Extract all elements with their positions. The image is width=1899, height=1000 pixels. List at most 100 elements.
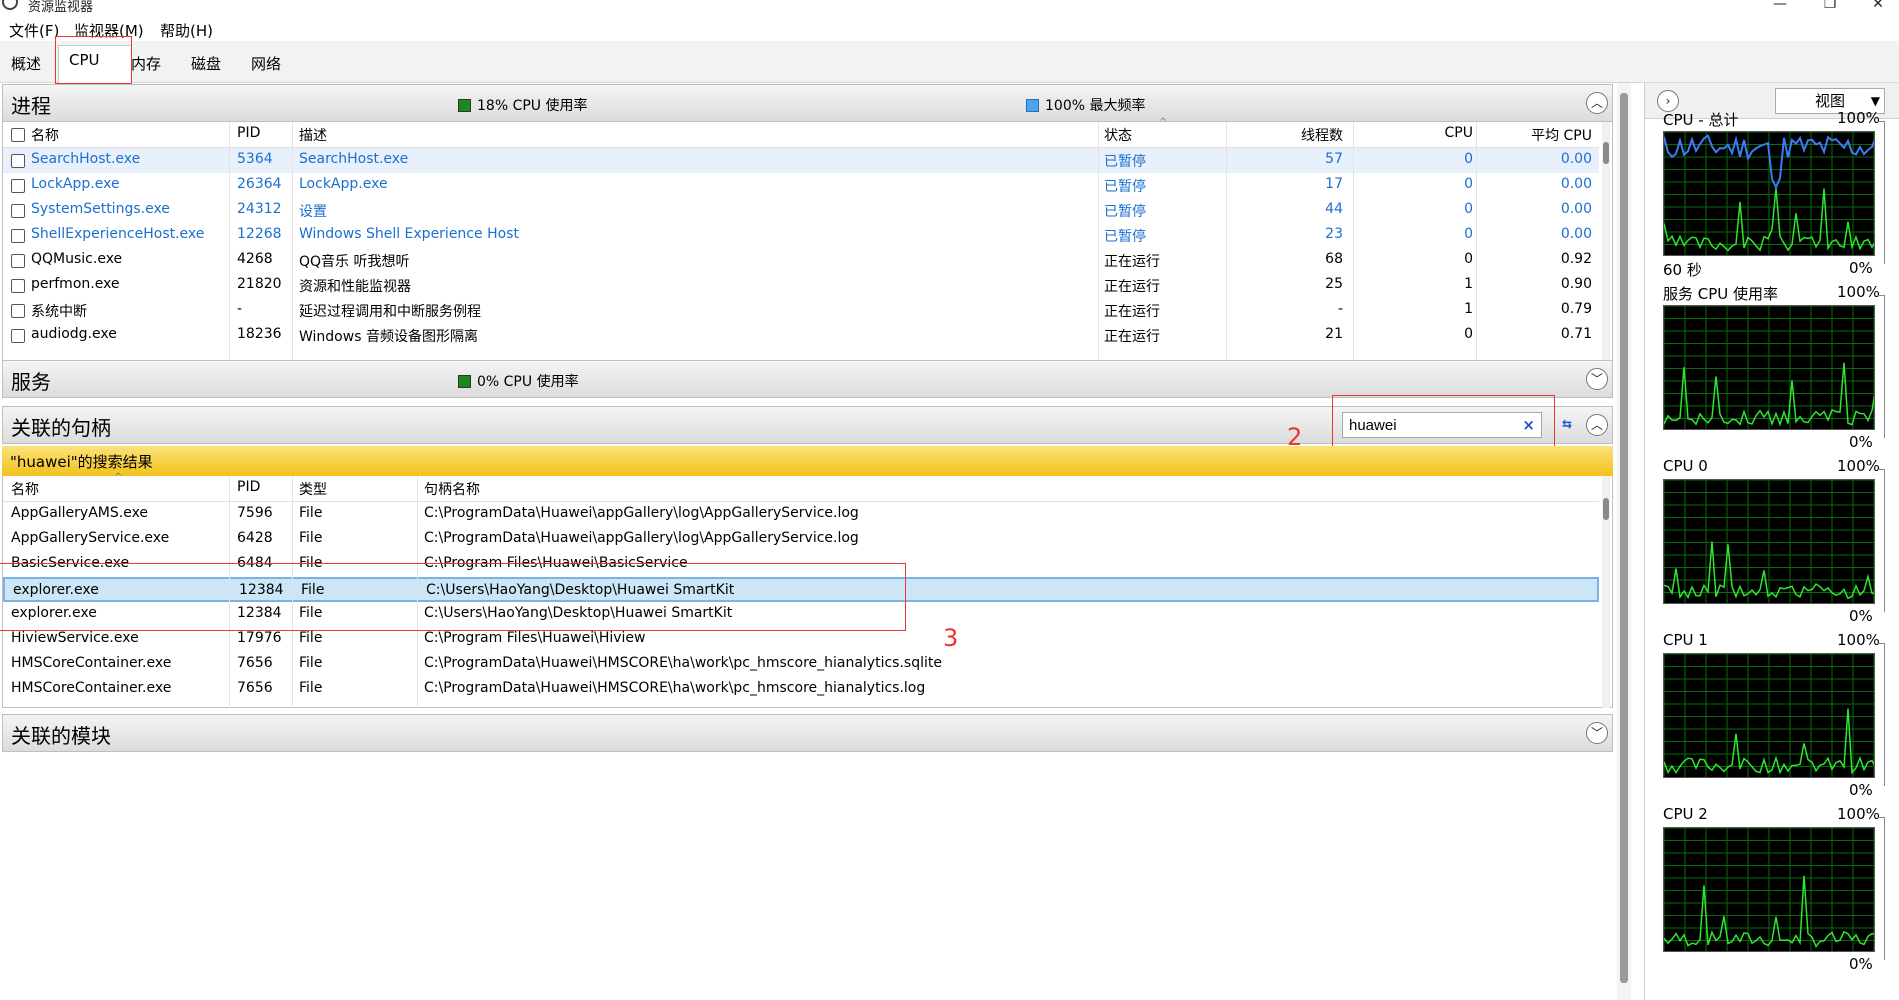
process-checkbox[interactable] bbox=[11, 229, 25, 243]
col-handle-path[interactable]: 句柄名称 bbox=[424, 479, 480, 499]
process-row[interactable]: SearchHost.exe 5364 SearchHost.exe 已暂停 57 0 0.… bbox=[3, 148, 1599, 173]
col-status[interactable]: 状态 bbox=[1104, 125, 1132, 145]
process-checkbox[interactable] bbox=[11, 154, 25, 168]
menu-help[interactable]: 帮助(H) bbox=[160, 20, 213, 41]
handle-type: File bbox=[299, 505, 323, 521]
graph-canvas bbox=[1664, 828, 1874, 951]
handle-row[interactable]: HiviewService.exe 17976 File C:\Program Fil… bbox=[3, 627, 1599, 652]
minimize-icon[interactable]: — bbox=[1760, 0, 1800, 16]
tab-overview[interactable]: 概述 bbox=[1, 51, 51, 81]
process-threads: 44 bbox=[1325, 201, 1343, 217]
graph-canvas bbox=[1664, 654, 1874, 777]
handle-row[interactable]: AppGalleryAMS.exe 7596 File C:\ProgramData\… bbox=[3, 502, 1599, 527]
graph-max: 100% bbox=[1837, 109, 1880, 127]
graph-title: CPU 2 bbox=[1663, 805, 1708, 823]
process-status: 已暂停 bbox=[1104, 154, 1146, 170]
process-checkbox[interactable] bbox=[11, 204, 25, 218]
expand-down-icon[interactable]: ﹀ bbox=[1586, 722, 1608, 744]
process-row[interactable]: audiodg.exe 18236 Windows 音频设备图形隔离 正在运行 21 0 0… bbox=[3, 323, 1599, 348]
process-checkbox[interactable] bbox=[11, 254, 25, 268]
process-cpu: 1 bbox=[1464, 276, 1473, 292]
col-name[interactable]: 名称 bbox=[31, 125, 59, 145]
col-cpu[interactable]: CPU bbox=[1383, 125, 1473, 141]
collapse-up-icon[interactable]: ︿ bbox=[1586, 414, 1608, 436]
menu-file[interactable]: 文件(F) bbox=[9, 20, 59, 41]
refresh-search-icon[interactable]: ⇆ bbox=[1556, 414, 1578, 436]
graph-min: 0% bbox=[1849, 955, 1873, 973]
handle-pid: 17976 bbox=[237, 630, 282, 646]
handle-row[interactable]: explorer.exe 12384 File C:\Users\HaoYang\De… bbox=[3, 577, 1599, 602]
process-avg-cpu: 0.79 bbox=[1560, 301, 1592, 317]
process-row[interactable]: QQMusic.exe 4268 QQ音乐 听我想听 正在运行 68 0 0.92 bbox=[3, 248, 1599, 273]
expand-down-icon[interactable]: ﹀ bbox=[1586, 368, 1608, 390]
modules-header[interactable]: 关联的模块 ﹀ bbox=[2, 714, 1613, 752]
tab-network[interactable]: 网络 bbox=[241, 51, 291, 81]
handles-search-box[interactable]: × bbox=[1342, 412, 1542, 438]
handles-header-row: 名称 PID 类型 句柄名称 ^ bbox=[3, 472, 1599, 502]
handle-process-name: BasicService.exe bbox=[11, 555, 130, 571]
tab-memory[interactable]: 内存 bbox=[121, 51, 171, 81]
process-row[interactable]: SystemSettings.exe 24312 设置 已暂停 44 0 0.00 bbox=[3, 198, 1599, 223]
process-checkbox[interactable] bbox=[11, 329, 25, 343]
menu-monitor[interactable]: 监视器(M) bbox=[74, 20, 144, 41]
handle-type: File bbox=[299, 530, 323, 546]
collapse-up-icon[interactable]: ︿ bbox=[1586, 92, 1608, 114]
process-checkbox[interactable] bbox=[11, 304, 25, 318]
col-threads[interactable]: 线程数 bbox=[1253, 125, 1343, 145]
handle-type: File bbox=[299, 630, 323, 646]
col-description[interactable]: 描述 bbox=[299, 125, 327, 145]
process-name: ShellExperienceHost.exe bbox=[31, 226, 205, 242]
handle-pid: 12384 bbox=[237, 605, 282, 621]
col-handle-type[interactable]: 类型 bbox=[299, 479, 327, 499]
cpu-usage-graph bbox=[1663, 653, 1875, 778]
graph-min: 0% bbox=[1849, 781, 1873, 799]
handle-pid: 6484 bbox=[237, 555, 273, 571]
process-pid: 5364 bbox=[237, 151, 273, 167]
handle-pid: 7596 bbox=[237, 505, 273, 521]
services-header[interactable]: 服务 0% CPU 使用率 ﹀ bbox=[2, 360, 1613, 398]
select-all-checkbox[interactable] bbox=[11, 128, 25, 142]
sort-arrow-icon: ^ bbox=[114, 472, 123, 483]
handle-path: C:\Program Files\Huawei\Hiview bbox=[424, 630, 646, 646]
processes-header[interactable]: 进程 18% CPU 使用率 100% 最大频率 ︿ bbox=[2, 84, 1613, 122]
graph-canvas bbox=[1664, 132, 1874, 255]
process-threads: 23 bbox=[1325, 226, 1343, 242]
col-avg-cpu[interactable]: 平均 CPU bbox=[1503, 125, 1592, 145]
tab-disk[interactable]: 磁盘 bbox=[181, 51, 231, 81]
processes-scrollbar[interactable] bbox=[1602, 122, 1610, 360]
processes-scroll-thumb[interactable] bbox=[1603, 142, 1609, 164]
handles-scrollbar[interactable] bbox=[1602, 476, 1610, 708]
col-handle-name[interactable]: 名称 bbox=[11, 479, 39, 499]
close-icon[interactable]: ✕ bbox=[1858, 0, 1898, 16]
handle-path: C:\Users\HaoYang\Desktop\Huawei SmartKit bbox=[424, 605, 733, 621]
main-scroll-thumb[interactable] bbox=[1620, 93, 1628, 983]
handle-row[interactable]: HMSCoreContainer.exe 7656 File C:\ProgramDa… bbox=[3, 652, 1599, 677]
handle-pid: 7656 bbox=[237, 655, 273, 671]
col-handle-pid[interactable]: PID bbox=[237, 479, 260, 495]
process-row[interactable]: ShellExperienceHost.exe 12268 Windows Shel… bbox=[3, 223, 1599, 248]
graph-max: 100% bbox=[1837, 805, 1880, 823]
col-pid[interactable]: PID bbox=[237, 125, 260, 141]
process-row[interactable]: perfmon.exe 21820 资源和性能监视器 正在运行 25 1 0.90 bbox=[3, 273, 1599, 298]
process-description: SearchHost.exe bbox=[299, 151, 409, 167]
handle-row[interactable]: explorer.exe 12384 File C:\Users\HaoYang\De… bbox=[3, 602, 1599, 627]
main-scrollbar[interactable] bbox=[1617, 83, 1631, 1000]
process-row[interactable]: 系统中断 - 延迟过程调用和中断服务例程 正在运行 - 1 0.79 bbox=[3, 298, 1599, 323]
handle-row[interactable]: AppGalleryService.exe 6428 File C:\ProgramD… bbox=[3, 527, 1599, 552]
handle-row[interactable]: BasicService.exe 6484 File C:\Program Files… bbox=[3, 552, 1599, 577]
process-checkbox[interactable] bbox=[11, 279, 25, 293]
processes-cpu-usage-text: 18% CPU 使用率 bbox=[477, 98, 588, 114]
green-square-icon bbox=[458, 374, 471, 388]
handles-search-input[interactable] bbox=[1343, 413, 1503, 437]
restore-icon[interactable]: ❐ bbox=[1810, 0, 1850, 16]
services-title: 服务 bbox=[11, 370, 51, 394]
handles-scroll-thumb[interactable] bbox=[1603, 498, 1609, 520]
menu-bar: 文件(F) 监视器(M) 帮助(H) bbox=[0, 17, 1899, 41]
process-row[interactable]: LockApp.exe 26364 LockApp.exe 已暂停 17 0 0.00 bbox=[3, 173, 1599, 198]
handle-row[interactable]: HMSCoreContainer.exe 7656 File C:\ProgramDa… bbox=[3, 677, 1599, 702]
process-checkbox[interactable] bbox=[11, 179, 25, 193]
sort-arrow-icon: ^ bbox=[1159, 117, 1168, 128]
handle-process-name: HiviewService.exe bbox=[11, 630, 139, 646]
process-name: QQMusic.exe bbox=[31, 251, 123, 267]
clear-search-icon[interactable]: × bbox=[1522, 416, 1535, 434]
